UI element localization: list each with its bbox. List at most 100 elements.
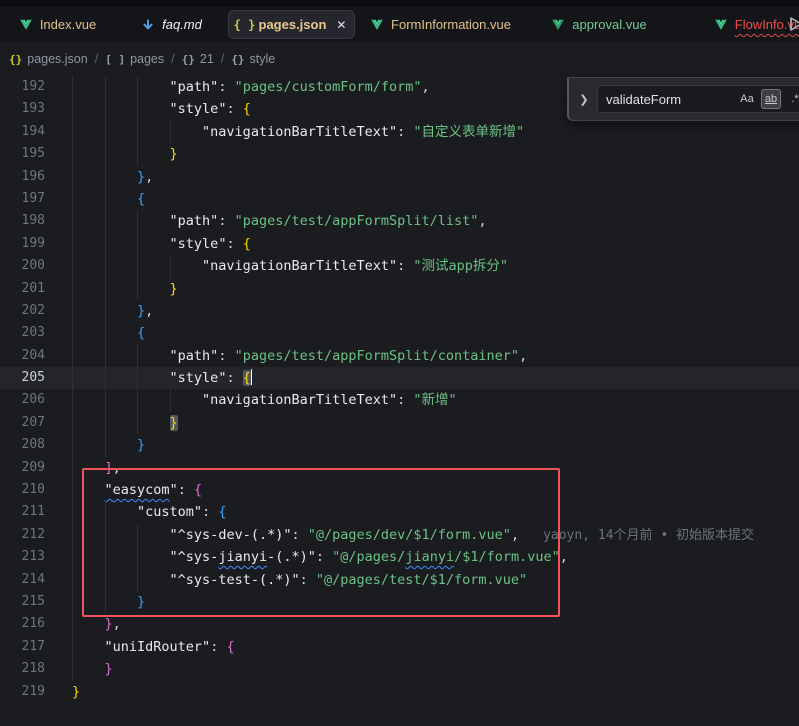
line-number[interactable]: 206 xyxy=(0,389,45,411)
code-line[interactable]: 215 } xyxy=(0,591,799,613)
code-line[interactable]: 202 }, xyxy=(0,300,799,322)
line-number[interactable]: 208 xyxy=(0,434,45,456)
line-number[interactable]: 202 xyxy=(0,300,45,322)
tab-approval-vue[interactable]: approval.vue xyxy=(525,7,672,42)
line-number[interactable]: 194 xyxy=(0,121,45,143)
line-number[interactable]: 217 xyxy=(0,636,45,658)
code-line[interactable]: 219} xyxy=(0,681,799,703)
code-token: "navigationBarTitleText" xyxy=(202,392,397,408)
code-line[interactable]: 196 }, xyxy=(0,166,799,188)
line-number[interactable]: 210 xyxy=(0,479,45,501)
line-number[interactable]: 197 xyxy=(0,188,45,210)
line-content: "navigationBarTitleText": "测试app拆分" xyxy=(45,255,799,277)
line-number[interactable]: 205 xyxy=(0,367,45,389)
code-line[interactable]: 213 "^sys-jianyi-(.*)": "@/pages/jianyi/… xyxy=(0,546,799,568)
breadcrumb-item-file[interactable]: {} pages.json xyxy=(9,52,88,66)
tab-index-vue[interactable]: Index.vue xyxy=(0,7,114,42)
code-editor[interactable]: 192 "path": "pages/customForm/form",193 … xyxy=(0,76,799,726)
regex-button[interactable]: .* xyxy=(785,89,799,109)
line-number[interactable]: 212 xyxy=(0,524,45,546)
indent-guide xyxy=(72,613,73,635)
breadcrumb-item-pages[interactable]: [ ] pages xyxy=(105,52,164,66)
line-number[interactable]: 218 xyxy=(0,658,45,680)
code-token: } xyxy=(105,661,113,677)
indent-guide xyxy=(137,412,138,434)
line-number[interactable]: 207 xyxy=(0,412,45,434)
code-line[interactable]: 214 "^sys-test-(.*)": "@/pages/test/$1/f… xyxy=(0,569,799,591)
tab-label: Index.vue xyxy=(40,17,96,32)
toggle-replace-chevron-icon[interactable]: ❯ xyxy=(575,93,593,106)
code-line[interactable]: 195 } xyxy=(0,143,799,165)
code-line[interactable]: 204 "path": "pages/test/appFormSplit/con… xyxy=(0,345,799,367)
code-line[interactable]: 201 } xyxy=(0,278,799,300)
code-line[interactable]: 203 { xyxy=(0,322,799,344)
line-number[interactable]: 196 xyxy=(0,166,45,188)
code-token xyxy=(72,527,170,543)
line-number[interactable]: 211 xyxy=(0,501,45,523)
line-number[interactable]: 213 xyxy=(0,546,45,568)
code-token: } xyxy=(137,169,145,185)
line-number[interactable]: 216 xyxy=(0,613,45,635)
indent-guide xyxy=(137,569,138,591)
breadcrumb-item-style[interactable]: {} style xyxy=(231,52,275,66)
line-content: "^sys-jianyi-(.*)": "@/pages/jianyi/$1/f… xyxy=(45,546,799,568)
line-number[interactable]: 198 xyxy=(0,210,45,232)
code-token: , xyxy=(113,616,121,632)
line-number[interactable]: 201 xyxy=(0,278,45,300)
code-token: , xyxy=(560,549,568,565)
line-content: } xyxy=(45,412,799,434)
line-number[interactable]: 192 xyxy=(0,76,45,98)
tab-faq-md[interactable]: faq.md xyxy=(114,7,228,42)
match-case-button[interactable]: Aa xyxy=(737,89,757,109)
line-number[interactable]: 195 xyxy=(0,143,45,165)
tab-flowinfo-vue[interactable]: FlowInfo.vu xyxy=(672,7,799,42)
code-line[interactable]: 208 } xyxy=(0,434,799,456)
line-number[interactable]: 203 xyxy=(0,322,45,344)
line-number[interactable]: 209 xyxy=(0,457,45,479)
tab-pages-json[interactable]: { } pages.json ✕ xyxy=(228,10,355,39)
code-line[interactable]: 200 "navigationBarTitleText": "测试app拆分" xyxy=(0,255,799,277)
code-token: : xyxy=(178,482,194,498)
close-tab-icon[interactable]: ✕ xyxy=(336,18,346,32)
line-number[interactable]: 219 xyxy=(0,681,45,703)
breadcrumb-separator: / xyxy=(95,52,98,66)
code-line[interactable]: 210 "easycom": { xyxy=(0,479,799,501)
code-line[interactable]: 218 } xyxy=(0,658,799,680)
line-number[interactable]: 215 xyxy=(0,591,45,613)
line-number[interactable]: 204 xyxy=(0,345,45,367)
code-token: "navigationBarTitleText" xyxy=(202,124,397,140)
code-token xyxy=(72,281,170,297)
breadcrumb: {} pages.json / [ ] pages / {} 21 / {} s… xyxy=(0,42,799,76)
code-token: } xyxy=(137,437,145,453)
code-line[interactable]: 209 ], xyxy=(0,457,799,479)
code-line[interactable]: 211 "custom": { xyxy=(0,501,799,523)
line-content: ], xyxy=(45,457,799,479)
code-line[interactable]: 212 "^sys-dev-(.*)": "@/pages/dev/$1/for… xyxy=(0,524,799,546)
tab-label: FormInformation.vue xyxy=(391,17,511,32)
indent-guide xyxy=(137,98,138,120)
code-line[interactable]: 207 } xyxy=(0,412,799,434)
indent-guide xyxy=(105,76,106,98)
code-token: "@/pages/dev/$1/form.vue" xyxy=(308,527,511,543)
tab-overflow-chevron-icon[interactable] xyxy=(787,14,799,38)
line-number[interactable]: 214 xyxy=(0,569,45,591)
code-token: { xyxy=(226,639,234,655)
code-line[interactable]: 194 "navigationBarTitleText": "自定义表单新增" xyxy=(0,121,799,143)
tab-forminformation-vue[interactable]: FormInformation.vue xyxy=(355,7,525,42)
code-line[interactable]: 199 "style": { xyxy=(0,233,799,255)
line-number[interactable]: 200 xyxy=(0,255,45,277)
line-content: "style": { xyxy=(45,233,799,255)
code-token: } xyxy=(170,281,178,297)
line-content: { xyxy=(45,188,799,210)
code-token: "style" xyxy=(170,101,227,117)
breadcrumb-item-21[interactable]: {} 21 xyxy=(182,52,214,66)
code-line[interactable]: 206 "navigationBarTitleText": "新增" xyxy=(0,389,799,411)
whole-word-button[interactable]: ab xyxy=(761,89,781,109)
code-line[interactable]: 198 "path": "pages/test/appFormSplit/lis… xyxy=(0,210,799,232)
code-line[interactable]: 217 "uniIdRouter": { xyxy=(0,636,799,658)
code-line[interactable]: 197 { xyxy=(0,188,799,210)
line-number[interactable]: 193 xyxy=(0,98,45,120)
line-number[interactable]: 199 xyxy=(0,233,45,255)
code-line[interactable]: 205 "style": { xyxy=(0,367,799,389)
code-line[interactable]: 216 }, xyxy=(0,613,799,635)
